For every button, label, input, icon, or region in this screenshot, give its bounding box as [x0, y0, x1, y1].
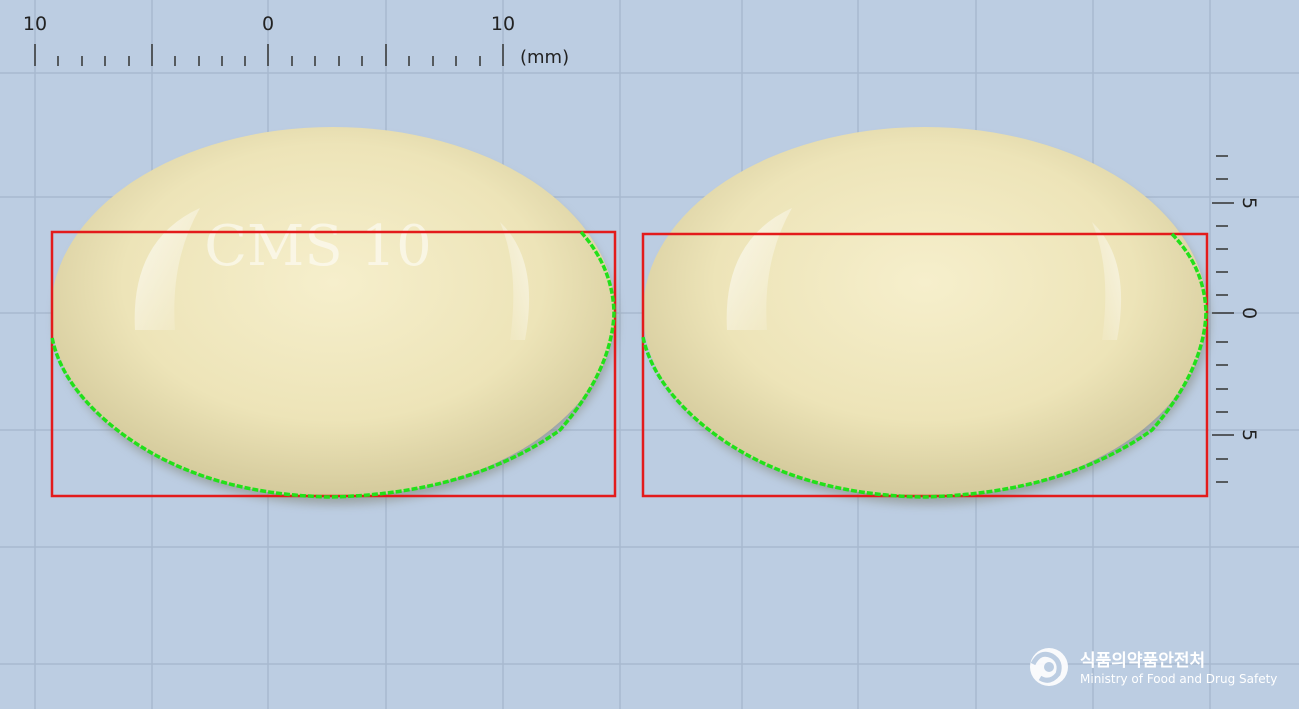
pill-front-imprint: CMS 10	[204, 214, 432, 279]
right-ruler-label-center: 0	[1238, 307, 1260, 319]
right-ruler: 5 0 5	[1212, 155, 1260, 483]
ministry-logo: 식품의약품안전처 Ministry of Food and Drug Safet…	[1030, 648, 1277, 686]
top-ruler: 10 0 10 (mm)	[23, 13, 569, 68]
pill-image-canvas: 10 0 10 (mm) 5 0 5 CMS 10 식품의약품안전처 Minis…	[0, 0, 1299, 709]
right-ruler-label-top: 5	[1238, 197, 1260, 209]
right-ruler-label-bottom: 5	[1238, 429, 1260, 441]
top-ruler-label-right: 10	[491, 13, 515, 35]
pill-front: CMS 10	[50, 127, 617, 504]
pill-back	[641, 127, 1209, 504]
ministry-name-korean: 식품의약품안전처	[1080, 650, 1205, 671]
ministry-emblem-icon	[1030, 648, 1068, 686]
top-ruler-label-center: 0	[262, 13, 274, 35]
ruler-unit-label: (mm)	[520, 47, 569, 68]
ministry-name-english: Ministry of Food and Drug Safety	[1080, 672, 1277, 686]
top-ruler-label-left: 10	[23, 13, 47, 35]
